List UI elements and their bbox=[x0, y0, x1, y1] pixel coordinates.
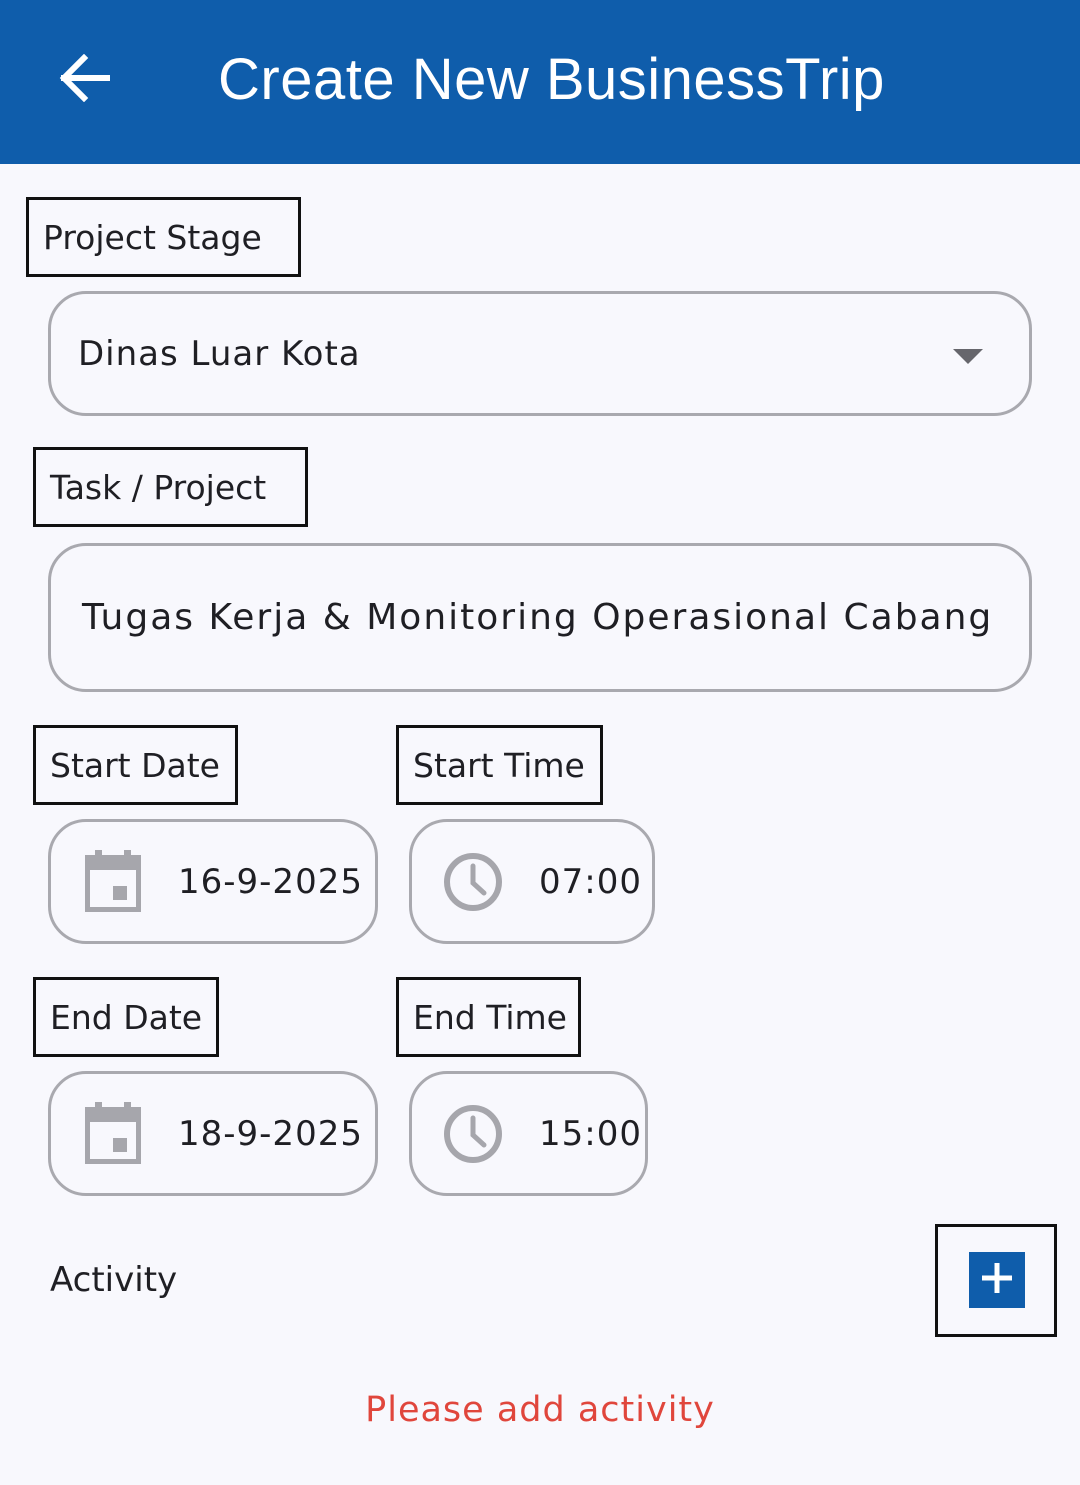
clock-icon bbox=[442, 851, 504, 913]
end-date-value: 18-9-2025 bbox=[178, 1114, 363, 1154]
project-stage-label: Project Stage bbox=[26, 197, 301, 277]
end-date-label: End Date bbox=[33, 977, 219, 1057]
dropdown-caret-icon bbox=[953, 349, 983, 364]
end-date-picker[interactable]: 18-9-2025 bbox=[48, 1071, 378, 1196]
task-project-label: Task / Project bbox=[33, 447, 308, 527]
task-project-input[interactable]: Tugas Kerja & Monitoring Operasional Cab… bbox=[48, 543, 1032, 692]
start-time-value: 07:00 bbox=[539, 862, 642, 902]
end-time-label: End Time bbox=[396, 977, 581, 1057]
start-time-picker[interactable]: 07:00 bbox=[409, 819, 655, 944]
plus-icon bbox=[980, 1261, 1014, 1299]
activity-label: Activity bbox=[50, 1260, 178, 1300]
calendar-icon bbox=[83, 1101, 143, 1165]
add-activity-button[interactable] bbox=[969, 1252, 1025, 1308]
start-time-label: Start Time bbox=[396, 725, 603, 805]
clock-icon bbox=[442, 1103, 504, 1165]
end-time-value: 15:00 bbox=[539, 1114, 642, 1154]
project-stage-value: Dinas Luar Kota bbox=[78, 333, 361, 374]
calendar-icon bbox=[83, 849, 143, 913]
page-title: Create New BusinessTrip bbox=[218, 47, 885, 112]
project-stage-dropdown[interactable]: Dinas Luar Kota bbox=[48, 291, 1032, 416]
start-date-value: 16-9-2025 bbox=[178, 862, 363, 902]
add-activity-frame bbox=[935, 1224, 1057, 1337]
start-date-picker[interactable]: 16-9-2025 bbox=[48, 819, 378, 944]
back-button[interactable] bbox=[44, 40, 124, 120]
empty-activity-message: Please add activity bbox=[365, 1390, 715, 1430]
app-bar: Create New BusinessTrip bbox=[0, 0, 1080, 164]
arrow-left-icon bbox=[58, 53, 111, 106]
task-project-value: Tugas Kerja & Monitoring Operasional Cab… bbox=[82, 597, 994, 638]
end-time-picker[interactable]: 15:00 bbox=[409, 1071, 648, 1196]
start-date-label: Start Date bbox=[33, 725, 238, 805]
